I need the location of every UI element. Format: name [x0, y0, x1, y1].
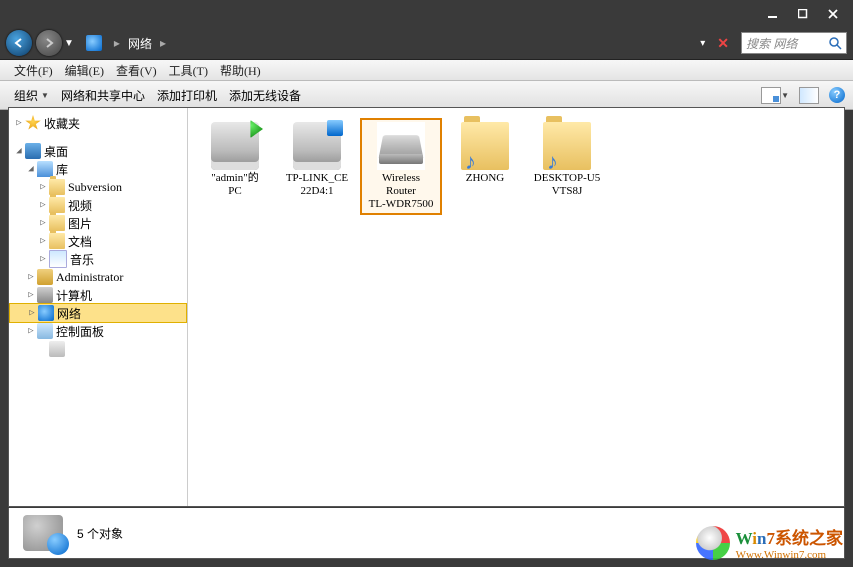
history-dropdown[interactable]: ▼ [64, 38, 74, 49]
desktop-icon [25, 143, 41, 159]
computer-icon [37, 287, 53, 303]
preview-pane-button[interactable] [799, 87, 819, 104]
forward-button[interactable] [36, 30, 62, 56]
navigation-bar: ▼ ▸ 网络 ▸ ▾ ✕ 搜索 网络 [0, 27, 853, 59]
music-icon [49, 250, 67, 268]
folder-icon [49, 197, 65, 213]
folder-icon [49, 233, 65, 249]
add-wireless-button[interactable]: 添加无线设备 [223, 85, 307, 106]
tree-video[interactable]: ▷视频 [9, 196, 187, 214]
tree-library[interactable]: ◢库 [9, 160, 187, 178]
tree-music[interactable]: ▷音乐 [9, 250, 187, 268]
toolbar: 组织▼ 网络和共享中心 添加打印机 添加无线设备 ▼ ? [0, 81, 853, 110]
tree-desktop[interactable]: ◢桌面 [9, 142, 187, 160]
tree-documents[interactable]: ▷文档 [9, 232, 187, 250]
tree-computer[interactable]: ▷计算机 [9, 286, 187, 304]
menu-bar: 文件(F) 编辑(E) 查看(V) 工具(T) 帮助(H) [0, 59, 853, 81]
breadcrumb-arrow[interactable]: ▸ [160, 36, 166, 50]
network-item-admin-pc[interactable]: "admin"的PC [196, 118, 274, 202]
close-button[interactable] [827, 8, 839, 20]
search-placeholder: 搜索 网络 [746, 35, 828, 52]
minimize-button[interactable] [767, 8, 779, 20]
router-icon [377, 122, 425, 170]
star-icon [25, 115, 41, 131]
tree-network[interactable]: ▷网络 [9, 303, 187, 323]
control-panel-icon [37, 323, 53, 339]
folder-icon [49, 215, 65, 231]
network-item-wireless-router[interactable]: WirelessRouterTL-WDR7500 [360, 118, 442, 215]
library-icon [37, 161, 53, 177]
tree-admin[interactable]: ▷Administrator [9, 268, 187, 286]
title-bar [0, 0, 853, 27]
network-center-button[interactable]: 网络和共享中心 [55, 85, 151, 106]
user-icon [37, 269, 53, 285]
recycle-icon [49, 341, 65, 357]
back-button[interactable] [6, 30, 32, 56]
search-input[interactable]: 搜索 网络 [741, 32, 847, 54]
menu-help[interactable]: 帮助(H) [216, 61, 265, 80]
refresh-dropdown[interactable]: ▾ [700, 38, 705, 49]
network-item-tplink[interactable]: TP-LINK_CE22D4:1 [278, 118, 356, 202]
search-icon [828, 36, 842, 50]
tree-favorites[interactable]: ▷收藏夹 [9, 114, 187, 132]
view-options-button[interactable] [761, 87, 781, 104]
breadcrumb-separator: ▸ [114, 36, 120, 50]
organize-button[interactable]: 组织▼ [8, 85, 55, 106]
network-icon [86, 35, 102, 51]
menu-edit[interactable]: 编辑(E) [61, 61, 108, 80]
status-text: 5 个对象 [77, 525, 123, 542]
computer-media-icon [211, 122, 259, 170]
folder-icon [49, 179, 65, 195]
maximize-button[interactable] [797, 8, 809, 20]
network-icon [38, 305, 54, 321]
menu-tools[interactable]: 工具(T) [165, 61, 212, 80]
breadcrumb-location[interactable]: 网络 [128, 35, 152, 52]
tree-control-panel[interactable]: ▷控制面板 [9, 322, 187, 340]
music-folder-icon [461, 122, 509, 170]
add-printer-button[interactable]: 添加打印机 [151, 85, 223, 106]
stop-icon[interactable]: ✕ [717, 35, 729, 52]
network-item-desktop-u5[interactable]: DESKTOP-U5VTS8J [528, 118, 606, 202]
computer-device-icon [293, 122, 341, 170]
network-item-zhong[interactable]: ZHONG [446, 118, 524, 189]
menu-view[interactable]: 查看(V) [112, 61, 161, 80]
content-pane: "admin"的PC TP-LINK_CE22D4:1 WirelessRout… [188, 108, 844, 506]
menu-file[interactable]: 文件(F) [10, 61, 57, 80]
network-status-icon [23, 515, 63, 551]
view-dropdown[interactable]: ▼ [781, 91, 789, 100]
tree-recycle[interactable] [9, 340, 187, 358]
tree-subversion[interactable]: ▷Subversion [9, 178, 187, 196]
status-bar: 5 个对象 [8, 508, 845, 559]
navigation-tree: ▷收藏夹 ◢桌面 ◢库 ▷Subversion ▷视频 ▷图片 ▷文档 ▷音乐 … [9, 108, 188, 506]
tree-pictures[interactable]: ▷图片 [9, 214, 187, 232]
help-icon[interactable]: ? [829, 87, 845, 103]
music-folder-icon [543, 122, 591, 170]
